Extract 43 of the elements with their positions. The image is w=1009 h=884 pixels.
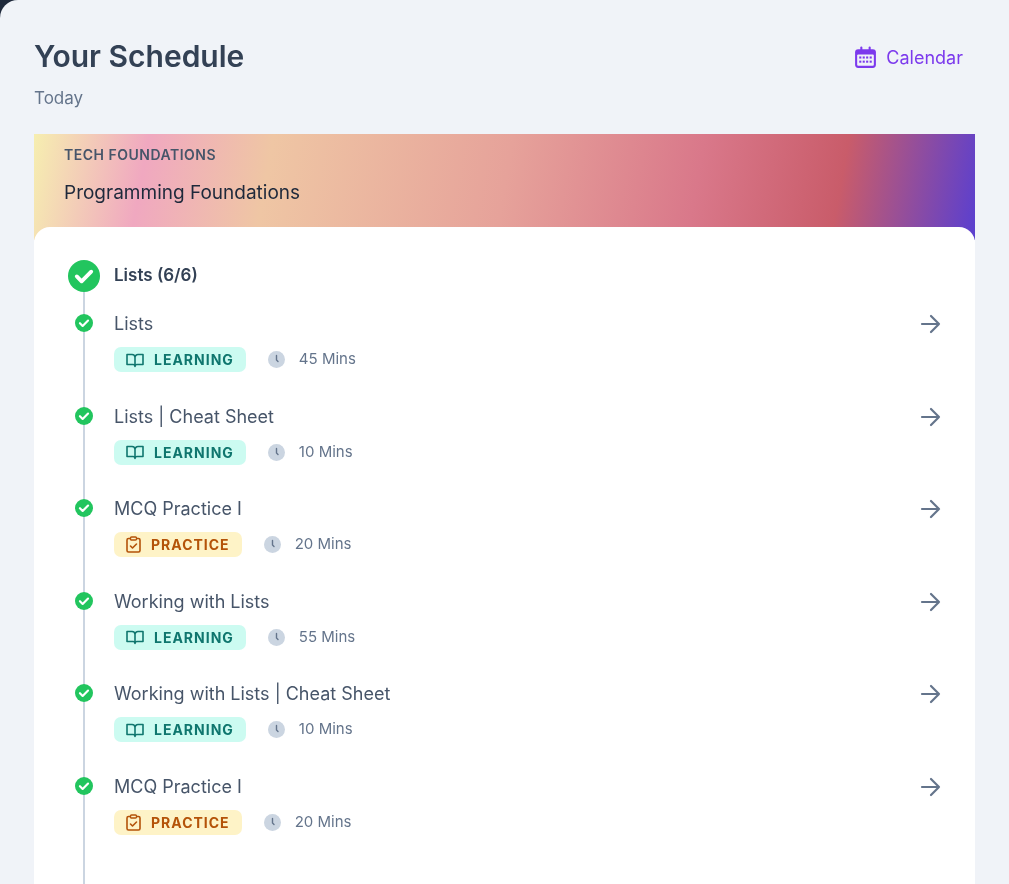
clock-icon [263, 813, 281, 831]
arrow-right-icon[interactable] [920, 499, 942, 519]
arrow-right-icon[interactable] [920, 314, 942, 334]
course-category: TECH FOUNDATIONS [64, 145, 218, 165]
book-icon [126, 444, 144, 460]
duration-label: 55 Mins [298, 625, 356, 648]
calendar-link[interactable]: Calendar [853, 44, 963, 71]
clock-icon [267, 628, 285, 646]
lesson-title[interactable]: MCQ Practice I [114, 774, 242, 799]
tag-badge: LEARNING [114, 439, 246, 465]
book-icon [126, 721, 144, 738]
lesson-title[interactable]: Working with Lists | Cheat Sheet [114, 682, 391, 706]
tag-badge: PRACTICE [114, 809, 242, 835]
calendar-icon [853, 45, 879, 70]
clipboard-check-icon [126, 813, 141, 831]
page-subtitle: Today [34, 87, 85, 110]
course-title: Programming Foundations [64, 180, 302, 206]
duration-label: 20 Mins [294, 810, 352, 833]
duration-label: 10 Mins [298, 440, 353, 463]
duration-label: 45 Mins [298, 348, 356, 371]
tag-badge: LEARNING [114, 347, 246, 372]
arrow-right-icon[interactable] [920, 776, 942, 797]
clock-icon [267, 721, 285, 738]
lesson-title[interactable]: Lists | Cheat Sheet [114, 404, 274, 429]
book-icon [126, 351, 144, 368]
book-icon [126, 629, 144, 645]
tag-badge: LEARNING [114, 624, 246, 650]
arrow-right-icon[interactable] [920, 591, 942, 612]
module-title: Lists (6/6) [114, 264, 198, 288]
clipboard-check-icon [126, 536, 141, 553]
duration-label: 10 Mins [298, 718, 353, 741]
tag-badge: LEARNING [114, 717, 246, 742]
lesson-title[interactable]: MCQ Practice I [114, 497, 242, 521]
duration-label: 20 Mins [294, 533, 352, 556]
arrow-right-icon[interactable] [920, 406, 942, 427]
lesson-title[interactable]: Working with Lists [114, 589, 270, 614]
clock-icon [267, 351, 285, 368]
clock-icon [267, 443, 285, 461]
clock-icon [263, 536, 281, 553]
arrow-right-icon[interactable] [920, 684, 942, 704]
tag-badge: PRACTICE [114, 532, 242, 557]
lesson-title[interactable]: Lists [114, 312, 154, 336]
page-title: Your Schedule [34, 38, 245, 74]
